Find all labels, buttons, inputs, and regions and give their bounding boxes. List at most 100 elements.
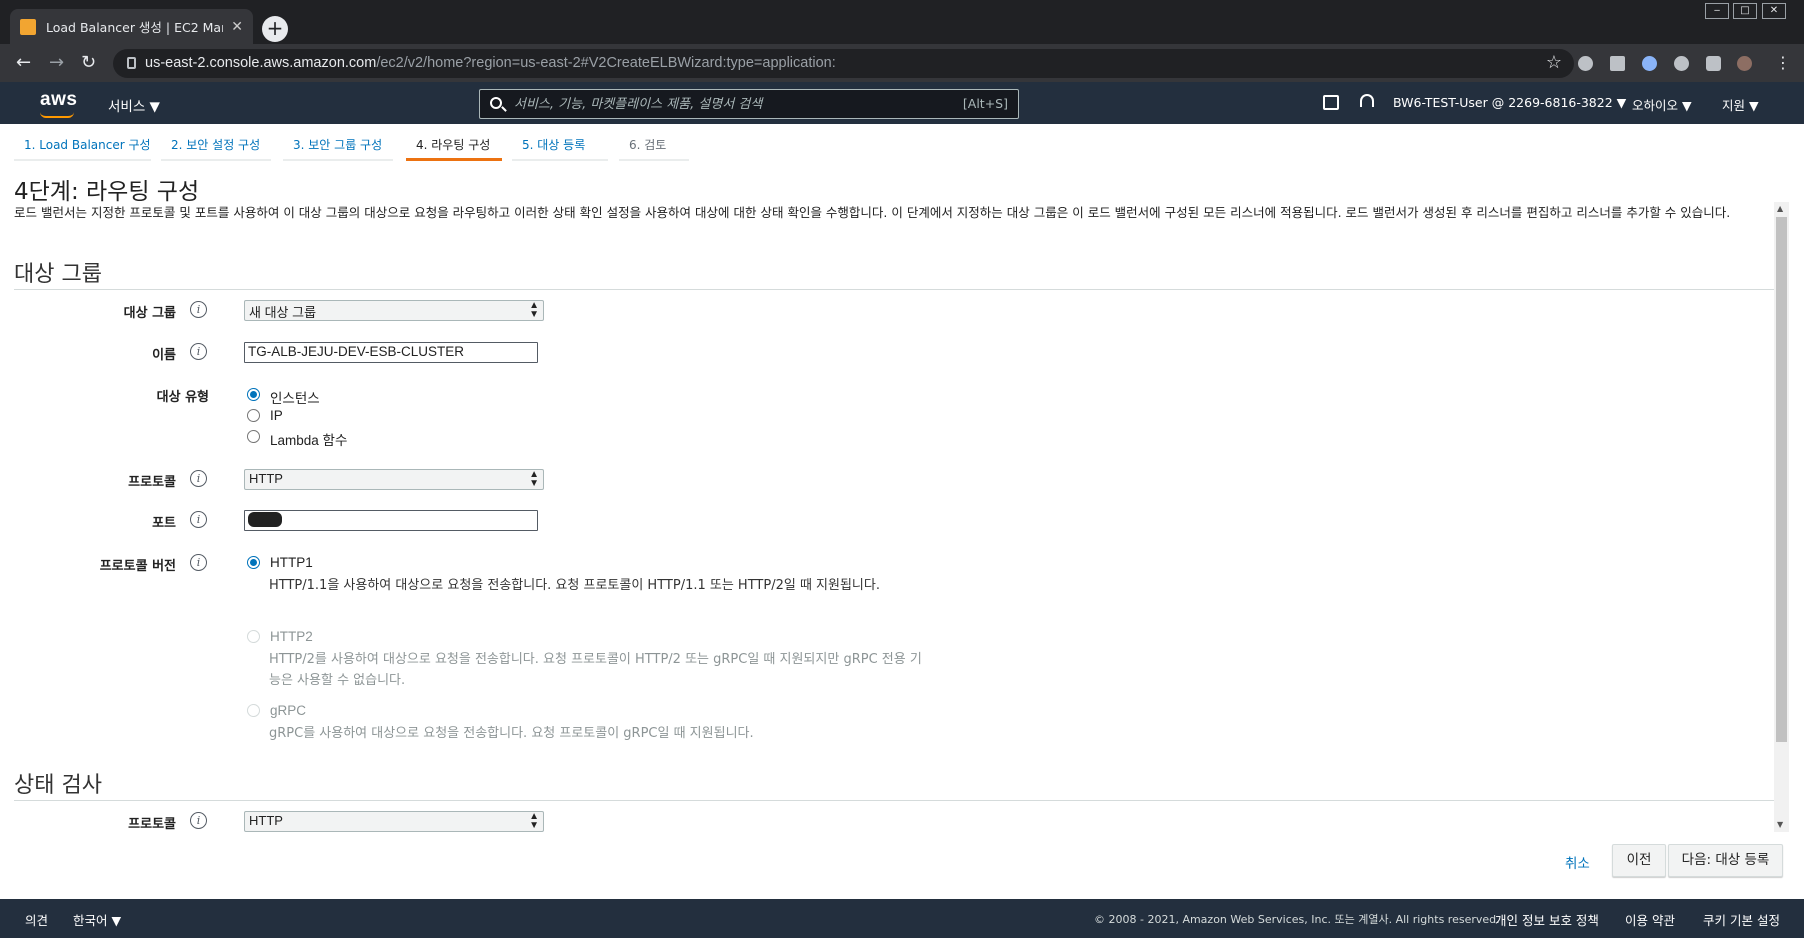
name-label: 이름 — [152, 348, 176, 363]
url-text: us-east-2.console.aws.amazon.com/ec2/v2/… — [145, 55, 836, 71]
port-label: 포트 — [152, 516, 176, 531]
cloudshell-icon[interactable] — [1323, 95, 1339, 110]
wizard-actions: 취소 이전 다음: 대상 등록 — [0, 834, 1804, 899]
info-icon[interactable]: i — [190, 301, 207, 318]
aws-favicon-icon — [20, 18, 36, 35]
next-register-targets-button[interactable]: 다음: 대상 등록 — [1668, 844, 1783, 877]
target-type-instance-label: 인스턴스 — [270, 391, 320, 406]
search-input[interactable] — [514, 94, 954, 114]
copyright-text: © 2008 - 2021, Amazon Web Services, Inc.… — [1094, 913, 1500, 926]
wizard-content: 4단계: 라우팅 구성 로드 밸런서는 지정한 프로토콜 및 포트를 사용하여 … — [0, 168, 1774, 834]
content-scrollbar[interactable]: ▲ ▼ — [1774, 202, 1789, 832]
health-protocol-select[interactable]: HTTP ▲ ▼ — [244, 811, 544, 832]
port-input[interactable]: 8888 — [244, 510, 538, 531]
scroll-thumb[interactable] — [1776, 217, 1787, 742]
version-http2-label: HTTP2 — [270, 629, 313, 644]
browser-toolbar: ← → ↻ us-east-2.console.aws.amazon.com/e… — [0, 44, 1804, 82]
select-arrows-icon: ▲ ▼ — [529, 469, 539, 489]
info-icon[interactable]: i — [190, 554, 207, 571]
target-group-heading: 대상 그룹 — [14, 262, 102, 287]
version-grpc-label: gRPC — [270, 703, 307, 718]
url-path: /ec2/v2/home?region=us-east-2#V2CreateEL… — [376, 55, 836, 71]
lock-icon — [127, 57, 136, 69]
aws-logo-text: aws — [40, 89, 78, 110]
notifications-bell-icon[interactable] — [1360, 94, 1374, 107]
address-bar[interactable]: us-east-2.console.aws.amazon.com/ec2/v2/… — [113, 49, 1574, 78]
cookie-preferences-link[interactable]: 쿠키 기본 설정 — [1703, 910, 1780, 929]
target-type-lambda-radio[interactable] — [247, 430, 260, 443]
tab-close-icon[interactable]: ✕ — [231, 19, 243, 35]
name-input[interactable]: TG-ALB-JEJU-DEV-ESB-CLUSTER — [244, 342, 538, 363]
protocol-select[interactable]: HTTP ▲ ▼ — [244, 469, 544, 490]
extension-blue-icon[interactable] — [1642, 56, 1657, 71]
target-type-instance-radio[interactable] — [247, 388, 260, 401]
info-icon[interactable]: i — [190, 812, 207, 829]
aws-logo[interactable]: aws — [40, 89, 78, 118]
console-footer: 의견 한국어 ▼ © 2008 - 2021, Amazon Web Servi… — [0, 899, 1804, 938]
language-menu[interactable]: 한국어 ▼ — [73, 910, 121, 929]
puzzle-extensions-icon[interactable] — [1706, 56, 1721, 71]
globe-extension-icon[interactable] — [1674, 56, 1689, 71]
step-2[interactable]: 2. 보안 설정 구성 — [161, 131, 271, 161]
version-grpc-desc: gRPC를 사용하여 대상으로 요청을 전송합니다. 요청 프로토콜이 gRPC… — [269, 726, 754, 741]
search-shortcut-hint: [Alt+S] — [962, 96, 1008, 111]
bookmark-star-icon[interactable]: ☆ — [1546, 52, 1562, 73]
version-grpc-radio[interactable] — [247, 704, 260, 717]
target-group-select[interactable]: 새 대상 그룹 ▲ ▼ — [244, 300, 544, 321]
version-http2-radio[interactable] — [247, 630, 260, 643]
version-http1-desc: HTTP/1.1을 사용하여 대상으로 요청을 전송합니다. 요청 프로토콜이 … — [269, 578, 880, 593]
target-type-ip-radio[interactable] — [247, 409, 260, 422]
extension-shield-icon[interactable] — [1578, 56, 1593, 71]
section-divider — [14, 800, 1774, 801]
target-type-ip-label: IP — [270, 408, 283, 423]
search-icon — [490, 97, 502, 109]
browser-tab[interactable]: Load Balancer 생성 | EC2 Manag ✕ — [10, 9, 253, 44]
support-menu[interactable]: 지원 ▼ — [1722, 95, 1759, 114]
privacy-policy-link[interactable]: 개인 정보 보호 정책 — [1495, 910, 1599, 929]
section-divider — [14, 289, 1774, 290]
info-icon[interactable]: i — [190, 511, 207, 528]
region-menu[interactable]: 오하이오 ▼ — [1632, 95, 1692, 114]
page-title: 4단계: 라우팅 구성 — [14, 179, 200, 205]
reload-icon[interactable]: ↻ — [81, 53, 96, 73]
feedback-link[interactable]: 의견 — [25, 910, 48, 929]
health-protocol-select-value: HTTP — [249, 813, 283, 828]
protocol-select-value: HTTP — [249, 471, 283, 486]
maximize-window-icon[interactable]: □ — [1733, 3, 1757, 19]
step-5[interactable]: 5. 대상 등록 — [512, 131, 608, 161]
minimize-window-icon[interactable]: ‒ — [1705, 3, 1729, 19]
services-menu[interactable]: 서비스 ▼ — [108, 95, 160, 115]
target-type-lambda-label: Lambda 함수 — [270, 433, 348, 448]
version-http2-desc: HTTP/2를 사용하여 대상으로 요청을 전송합니다. 요청 프로토콜이 HT… — [269, 652, 922, 688]
health-check-heading: 상태 검사 — [14, 773, 102, 798]
previous-button[interactable]: 이전 — [1612, 844, 1666, 877]
new-tab-button[interactable]: + — [262, 16, 288, 42]
close-window-icon[interactable]: ✕ — [1762, 3, 1786, 19]
port-value-redacted: 8888 — [248, 512, 283, 527]
protocol-version-label: 프로토콜 버전 — [99, 559, 176, 574]
version-http1-label: HTTP1 — [270, 555, 313, 570]
account-menu[interactable]: BW6-TEST-User @ 2269-6816-3822 ▼ — [1393, 95, 1626, 110]
forward-icon[interactable]: → — [49, 53, 64, 73]
step-1[interactable]: 1. Load Balancer 구성 — [14, 131, 151, 161]
back-icon[interactable]: ← — [16, 53, 31, 73]
scroll-up-icon[interactable]: ▲ — [1777, 204, 1783, 213]
camera-extension-icon[interactable] — [1610, 56, 1625, 71]
cancel-button[interactable]: 취소 — [1565, 852, 1590, 872]
step-3[interactable]: 3. 보안 그룹 구성 — [283, 131, 393, 161]
protocol-label: 프로토콜 — [128, 475, 176, 490]
console-search[interactable]: [Alt+S] — [479, 89, 1019, 119]
select-arrows-icon: ▲ ▼ — [529, 300, 539, 320]
target-group-select-value: 새 대상 그룹 — [249, 305, 317, 320]
profile-avatar[interactable] — [1737, 56, 1752, 71]
version-http1-radio[interactable] — [247, 556, 260, 569]
info-icon[interactable]: i — [190, 470, 207, 487]
info-icon[interactable]: i — [190, 343, 207, 360]
aws-smile-icon — [40, 112, 74, 118]
health-protocol-label: 프로토콜 — [128, 817, 176, 832]
target-type-label: 대상 유형 — [156, 390, 209, 405]
terms-link[interactable]: 이용 약관 — [1625, 910, 1675, 929]
tab-title: Load Balancer 생성 | EC2 Manag — [46, 20, 223, 35]
scroll-down-icon[interactable]: ▼ — [1777, 820, 1783, 829]
chrome-menu-icon[interactable]: ⋮ — [1775, 53, 1791, 73]
